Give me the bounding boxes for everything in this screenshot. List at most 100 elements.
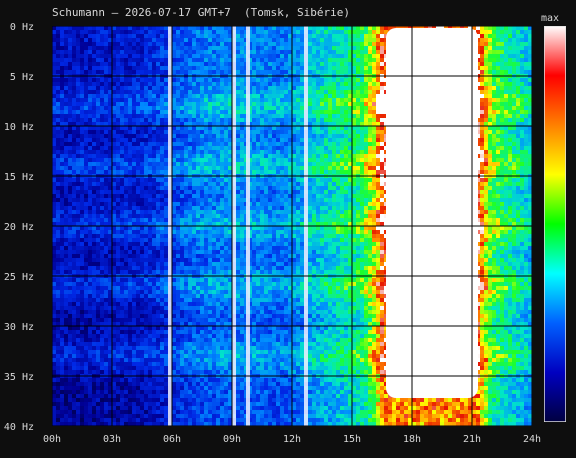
heatmap-cell bbox=[236, 214, 240, 218]
heatmap-cell bbox=[84, 386, 88, 390]
heatmap-cell bbox=[228, 314, 232, 318]
heatmap-cell bbox=[120, 46, 124, 50]
heatmap-cell bbox=[220, 330, 224, 334]
heatmap-cell bbox=[204, 334, 208, 338]
heatmap-cell bbox=[68, 146, 72, 150]
heatmap-cell bbox=[68, 58, 72, 62]
heatmap-cell bbox=[224, 362, 228, 366]
heatmap-cell bbox=[176, 98, 180, 102]
heatmap-cell bbox=[84, 186, 88, 190]
heatmap-cell bbox=[96, 214, 100, 218]
heatmap-cell bbox=[204, 282, 208, 286]
heatmap-cell bbox=[128, 314, 132, 318]
heatmap-cell bbox=[228, 358, 232, 362]
heatmap-cell bbox=[56, 370, 60, 374]
heatmap-cell bbox=[64, 54, 68, 58]
heatmap-cell bbox=[192, 350, 196, 354]
heatmap-cell bbox=[164, 182, 168, 186]
heatmap-cell bbox=[216, 98, 220, 102]
heatmap-cell bbox=[124, 398, 128, 402]
heatmap-cell bbox=[240, 126, 244, 130]
heatmap-cell bbox=[84, 142, 88, 146]
heatmap-cell bbox=[144, 406, 148, 410]
heatmap-cell bbox=[224, 402, 228, 406]
heatmap-cell bbox=[148, 62, 152, 66]
heatmap-cell bbox=[96, 30, 100, 34]
heatmap-cell bbox=[84, 354, 88, 358]
heatmap-cell bbox=[120, 106, 124, 110]
heatmap-cell bbox=[112, 346, 116, 350]
heatmap-cell bbox=[200, 366, 204, 370]
heatmap-cell bbox=[228, 214, 232, 218]
heatmap-cell bbox=[156, 254, 160, 258]
heatmap-cell bbox=[72, 254, 76, 258]
heatmap-cell bbox=[96, 258, 100, 262]
heatmap-cell bbox=[128, 146, 132, 150]
heatmap-cell bbox=[192, 262, 196, 266]
heatmap-cell bbox=[164, 122, 168, 126]
heatmap-cell bbox=[72, 78, 76, 82]
heatmap-cell bbox=[140, 166, 144, 170]
heatmap-cell bbox=[216, 238, 220, 242]
heatmap-cell bbox=[144, 194, 148, 198]
heatmap-cell bbox=[240, 218, 244, 222]
heatmap-cell bbox=[212, 290, 216, 294]
heatmap-cell bbox=[224, 38, 228, 42]
heatmap-cell bbox=[64, 98, 68, 102]
heatmap-cell bbox=[144, 230, 148, 234]
heatmap-cell bbox=[148, 334, 152, 338]
heatmap-cell bbox=[216, 146, 220, 150]
heatmap-cell bbox=[236, 34, 240, 38]
heatmap-cell bbox=[80, 166, 84, 170]
heatmap-cell bbox=[108, 266, 112, 270]
heatmap-cell bbox=[184, 226, 188, 230]
heatmap-cell bbox=[60, 210, 64, 214]
heatmap-cell bbox=[120, 362, 124, 366]
heatmap-cell bbox=[124, 206, 128, 210]
heatmap-cell bbox=[124, 130, 128, 134]
heatmap-cell bbox=[176, 358, 180, 362]
heatmap-cell bbox=[52, 406, 56, 410]
heatmap-cell bbox=[188, 186, 192, 190]
heatmap-cell bbox=[108, 70, 112, 74]
heatmap-cell bbox=[184, 286, 188, 290]
heatmap-cell bbox=[84, 366, 88, 370]
heatmap-cell bbox=[128, 130, 132, 134]
heatmap-cell bbox=[60, 382, 64, 386]
heatmap-cell bbox=[188, 306, 192, 310]
heatmap-cell bbox=[68, 194, 72, 198]
heatmap-cell bbox=[88, 318, 92, 322]
heatmap-cell bbox=[224, 410, 228, 414]
heatmap-cell bbox=[112, 342, 116, 346]
heatmap-cell bbox=[156, 138, 160, 142]
heatmap-cell bbox=[80, 314, 84, 318]
heatmap-cell bbox=[92, 198, 96, 202]
heatmap-cell bbox=[184, 102, 188, 106]
heatmap-cell bbox=[128, 62, 132, 66]
heatmap-cell bbox=[236, 198, 240, 202]
heatmap-cell bbox=[140, 90, 144, 94]
heatmap-cell bbox=[160, 134, 164, 138]
heatmap-cell bbox=[72, 90, 76, 94]
heatmap-cell bbox=[224, 158, 228, 162]
heatmap-cell bbox=[52, 82, 56, 86]
heatmap-cell bbox=[84, 198, 88, 202]
heatmap-cell bbox=[132, 210, 136, 214]
heatmap-cell bbox=[180, 86, 184, 90]
heatmap-cell bbox=[220, 194, 224, 198]
heatmap-cell bbox=[188, 254, 192, 258]
heatmap-cell bbox=[108, 138, 112, 142]
heatmap-cell bbox=[184, 106, 188, 110]
heatmap-cell bbox=[224, 182, 228, 186]
heatmap-cell bbox=[196, 34, 200, 38]
heatmap-cell bbox=[68, 278, 72, 282]
heatmap-cell bbox=[208, 206, 212, 210]
heatmap-cell bbox=[240, 102, 244, 106]
heatmap-cell bbox=[108, 94, 112, 98]
heatmap-cell bbox=[148, 250, 152, 254]
heatmap-cell bbox=[88, 326, 92, 330]
heatmap-cell bbox=[216, 302, 220, 306]
heatmap-cell bbox=[156, 238, 160, 242]
heatmap-cell bbox=[140, 410, 144, 414]
heatmap-cell bbox=[176, 266, 180, 270]
